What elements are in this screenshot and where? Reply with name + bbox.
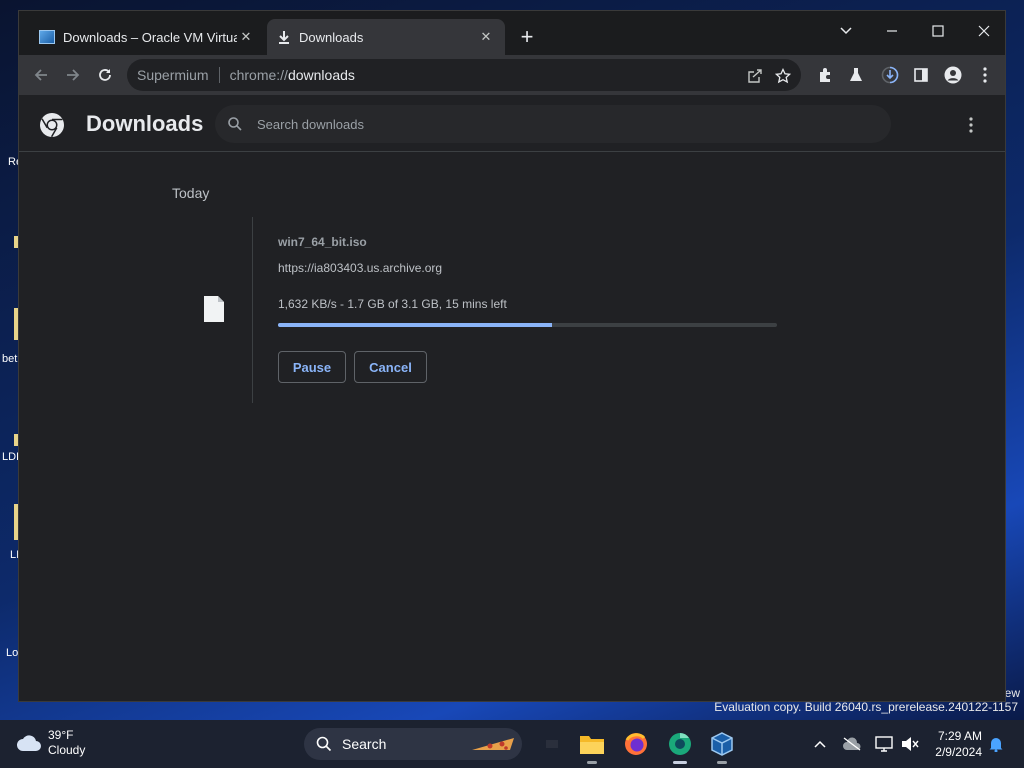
taskbar-search[interactable]: Search [304, 728, 522, 760]
show-hidden-icons-chevron-icon[interactable] [810, 734, 830, 754]
minimize-button[interactable] [877, 17, 907, 45]
firefox-icon[interactable] [622, 730, 650, 758]
omnibox-site-name: Supermium [137, 67, 209, 83]
supermium-browser-icon[interactable] [666, 730, 694, 764]
extensions-puzzle-icon[interactable] [814, 64, 836, 86]
address-bar[interactable]: Supermium chrome://downloads [127, 59, 801, 91]
maximize-button[interactable] [923, 17, 953, 45]
date-section-heading: Today [172, 185, 210, 201]
side-panel-icon[interactable] [910, 64, 932, 86]
weather-widget[interactable]: 39°F Cloudy [16, 728, 85, 758]
search-icon [316, 736, 332, 752]
taskbar-search-label: Search [342, 736, 387, 752]
weather-temperature: 39°F [48, 728, 74, 742]
new-tab-button[interactable]: + [515, 24, 539, 49]
close-window-button[interactable] [969, 17, 999, 45]
clock-time: 7:29 AM [937, 729, 982, 743]
bookmark-star-icon[interactable] [773, 66, 793, 86]
omnibox-divider [218, 67, 220, 83]
close-tab-icon[interactable]: ✕ [237, 28, 255, 46]
back-button[interactable] [27, 61, 55, 89]
tab-virtualbox[interactable]: Downloads – Oracle VM VirtualBox ✕ [29, 19, 265, 55]
browser-menu-icon[interactable] [974, 64, 996, 86]
reload-button[interactable] [91, 61, 119, 89]
taskbar: 39°F Cloudy Search 7:29 AM 2/9/2024 [0, 720, 1024, 768]
weather-condition: Cloudy [48, 743, 86, 757]
tab-title: Downloads – Oracle VM VirtualBox [63, 29, 237, 45]
file-icon [204, 296, 224, 322]
chrome-logo-icon [40, 113, 64, 138]
more-actions-icon[interactable] [963, 115, 979, 135]
search-downloads-box[interactable] [215, 105, 891, 143]
volume-muted-icon[interactable] [900, 734, 920, 754]
notification-bell-icon[interactable] [986, 734, 1006, 754]
share-icon[interactable] [745, 66, 765, 86]
download-status: 1,632 KB/s - 1.7 GB of 3.1 GB, 15 mins l… [278, 297, 507, 311]
tab-strip: Downloads – Oracle VM VirtualBox ✕ Downl… [19, 11, 1005, 55]
download-source-url[interactable]: https://ia803403.us.archive.org [278, 261, 442, 275]
profile-avatar-icon[interactable] [942, 64, 964, 86]
clock-date: 2/9/2024 [935, 745, 982, 759]
cancel-button[interactable]: Cancel [354, 351, 427, 383]
cloud-icon [17, 735, 41, 751]
omnibox-path: downloads [287, 67, 355, 83]
search-input[interactable] [257, 116, 817, 132]
download-filename[interactable]: win7_64_bit.iso [278, 235, 367, 249]
tab-downloads[interactable]: Downloads ✕ [267, 19, 505, 55]
browser-toolbar: Supermium chrome://downloads [19, 55, 1005, 95]
labs-flask-icon[interactable] [845, 64, 867, 86]
downloads-progress-icon[interactable] [879, 64, 901, 86]
onedrive-offline-icon[interactable] [842, 734, 862, 754]
system-clock[interactable]: 7:29 AM 2/9/2024 [924, 728, 982, 760]
close-tab-icon[interactable]: ✕ [477, 28, 495, 46]
network-icon[interactable] [874, 734, 894, 754]
browser-window: Downloads – Oracle VM VirtualBox ✕ Downl… [18, 10, 1006, 702]
virtualbox-favicon-icon [39, 30, 55, 44]
running-indicator [673, 761, 687, 764]
tab-title: Downloads [299, 29, 364, 45]
pizza-highlight-icon [472, 738, 514, 750]
tab-search-chevron-icon[interactable] [831, 17, 861, 45]
file-explorer-icon[interactable] [578, 730, 606, 764]
running-indicator [717, 761, 727, 764]
download-progress-fill [278, 323, 553, 327]
download-progress-bar [278, 323, 777, 327]
download-item: win7_64_bit.iso https://ia803403.us.arch… [252, 217, 777, 403]
omnibox-scheme: chrome:// [229, 67, 288, 83]
running-indicator [587, 761, 597, 764]
forward-button[interactable] [59, 61, 87, 89]
page-title: Downloads [86, 111, 204, 136]
task-view-icon[interactable] [538, 730, 566, 758]
downloads-page: Downloads Today win7_64_bit.iso https://… [19, 95, 1005, 701]
virtualbox-icon[interactable] [708, 730, 736, 764]
evaluation-watermark: Evaluation copy. Build 26040.rs_prerelea… [714, 700, 1018, 714]
pause-button[interactable]: Pause [278, 351, 346, 383]
download-icon [277, 30, 291, 44]
search-icon [228, 117, 242, 131]
watermark-fragment: ew [1004, 686, 1020, 700]
downloads-header: Downloads [19, 95, 1005, 152]
